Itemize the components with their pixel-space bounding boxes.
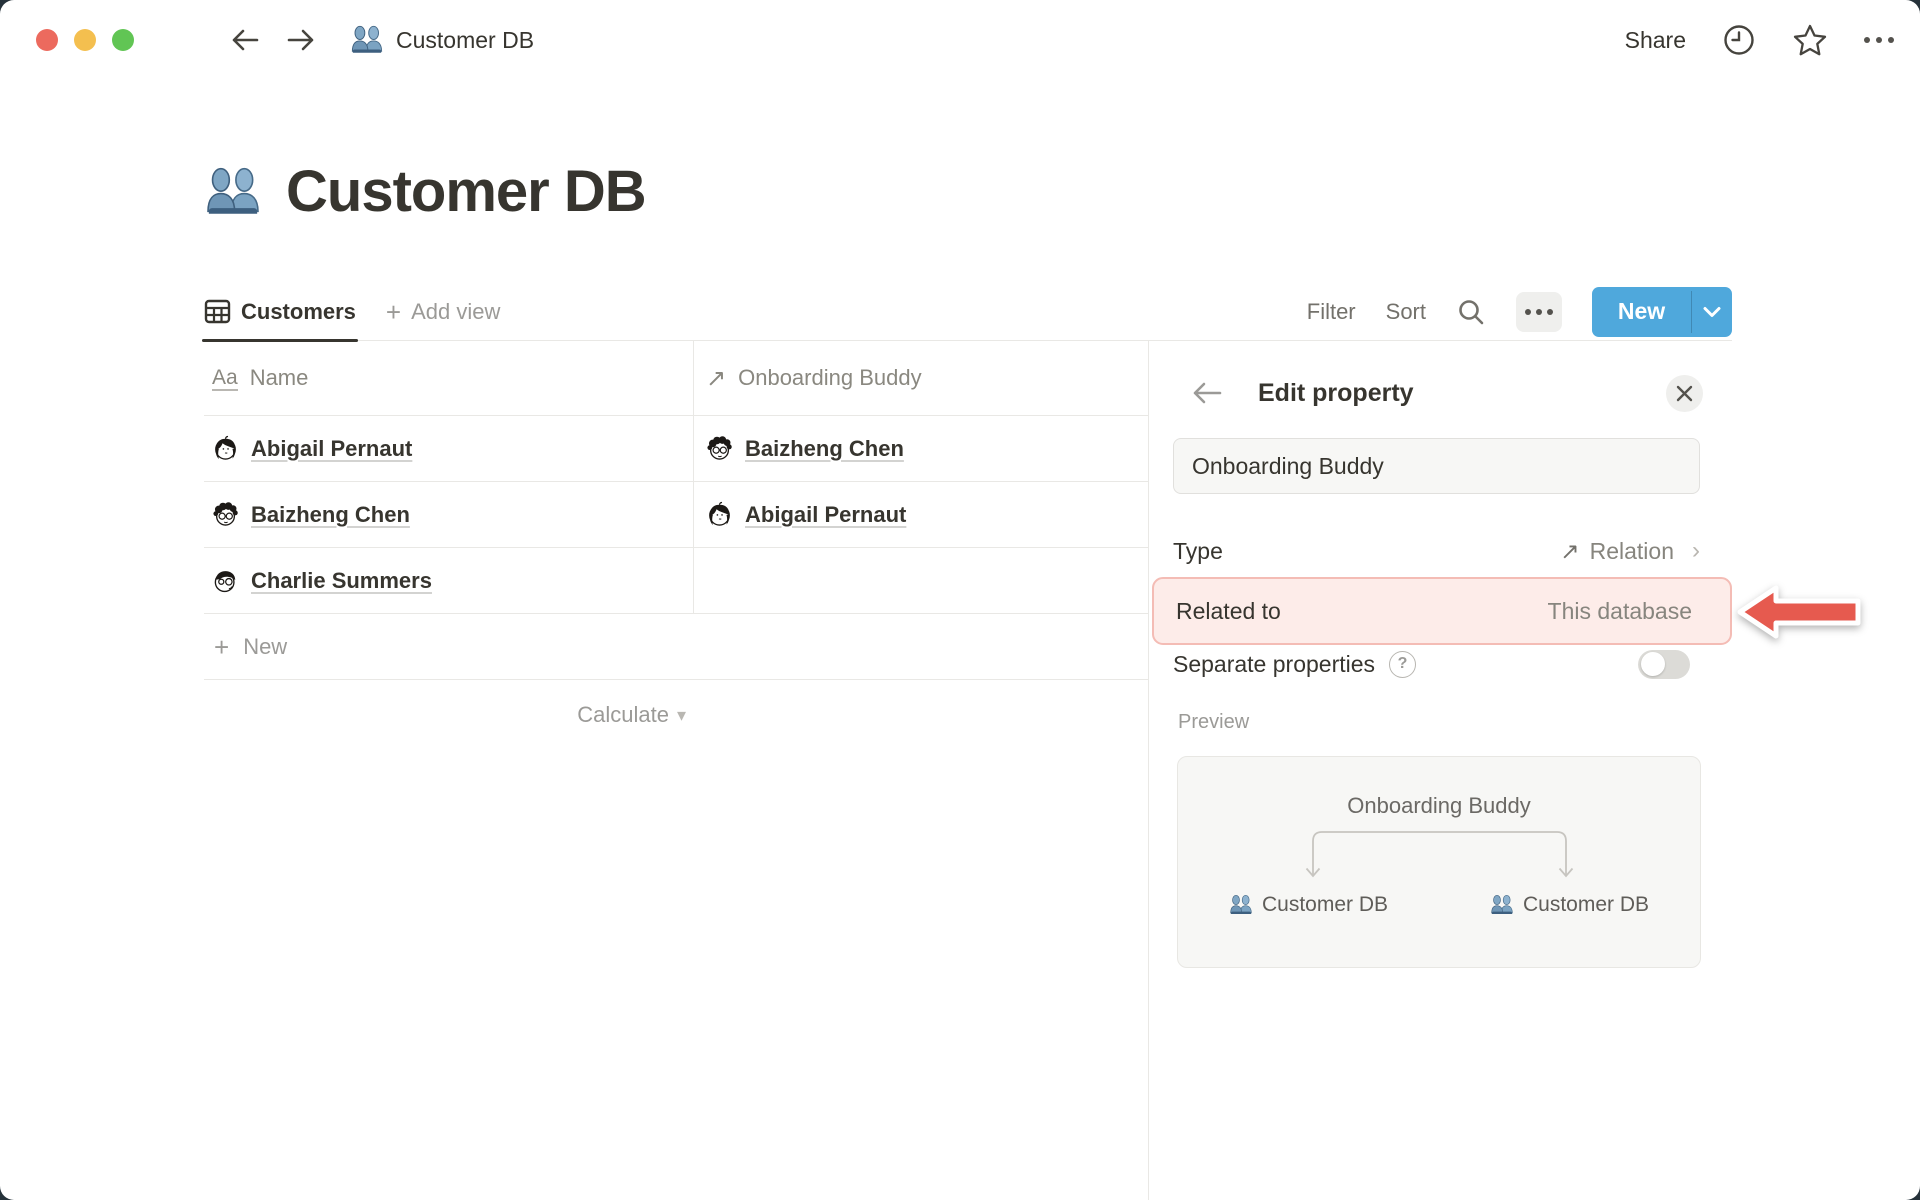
database-table: Aa Name ↗ Onboarding Buddy Abigail Perna… bbox=[204, 341, 1148, 750]
share-button[interactable]: Share bbox=[1625, 27, 1686, 54]
help-icon[interactable]: ? bbox=[1389, 650, 1417, 678]
callout-arrow-icon bbox=[1736, 585, 1862, 639]
new-button-label[interactable]: New bbox=[1592, 287, 1691, 337]
people-db-icon bbox=[204, 163, 262, 221]
avatar-baizheng bbox=[706, 435, 733, 462]
chevron-right-icon: › bbox=[1692, 537, 1700, 564]
table-view-icon bbox=[204, 299, 231, 324]
window-titlebar: Customer DB Share bbox=[0, 0, 1920, 80]
relation-link[interactable]: Baizheng Chen bbox=[745, 436, 904, 462]
people-db-icon bbox=[1229, 893, 1253, 917]
buddy-cell[interactable]: Abigail Pernaut bbox=[694, 482, 1148, 547]
table-row: Baizheng Chen Abigail Pernaut bbox=[204, 482, 1148, 548]
column-header-buddy[interactable]: ↗ Onboarding Buddy bbox=[694, 341, 1148, 415]
tab-customers[interactable]: Customers bbox=[202, 283, 358, 342]
panel-title: Edit property bbox=[1258, 378, 1414, 407]
separate-properties-toggle[interactable] bbox=[1638, 649, 1690, 679]
forward-arrow-icon[interactable] bbox=[286, 26, 316, 54]
calculate-button[interactable]: Calculate ▾ bbox=[204, 702, 686, 728]
preview-label: Preview bbox=[1178, 711, 1250, 733]
sort-button[interactable]: Sort bbox=[1386, 299, 1426, 325]
type-row[interactable]: Type ↗ Relation › bbox=[1173, 527, 1700, 575]
add-view-label: Add view bbox=[411, 298, 501, 324]
new-row-button[interactable]: + New bbox=[204, 614, 1148, 680]
table-header-row: Aa Name ↗ Onboarding Buddy bbox=[204, 341, 1148, 416]
traffic-lights bbox=[36, 29, 134, 51]
table-footer: Calculate ▾ bbox=[204, 680, 1148, 750]
people-db-icon bbox=[350, 23, 384, 57]
people-db-icon bbox=[1490, 893, 1514, 917]
table-row: Abigail Pernaut Baizheng Chen bbox=[204, 416, 1148, 482]
relation-arrows-diagram bbox=[1305, 831, 1574, 878]
preview-right-database: Customer DB bbox=[1439, 893, 1700, 917]
avatar-baizheng bbox=[212, 501, 239, 528]
page-link[interactable]: Abigail Pernaut bbox=[251, 436, 412, 462]
related-to-label: Related to bbox=[1176, 597, 1281, 624]
page-title: Customer DB bbox=[286, 159, 647, 224]
updates-clock-icon[interactable] bbox=[1722, 23, 1756, 57]
property-name-input[interactable] bbox=[1173, 438, 1700, 494]
breadcrumb-title[interactable]: Customer DB bbox=[396, 27, 534, 54]
close-window-button[interactable] bbox=[36, 29, 58, 51]
calculate-label: Calculate bbox=[577, 702, 669, 727]
relation-arrow-icon: ↗ bbox=[1560, 537, 1580, 564]
column-header-label: Onboarding Buddy bbox=[738, 365, 922, 390]
separate-properties-label: Separate properties bbox=[1173, 650, 1376, 677]
chevron-down-icon: ▾ bbox=[676, 704, 686, 725]
sidebar-menu-icon[interactable] bbox=[174, 30, 204, 51]
buddy-cell-empty[interactable] bbox=[694, 548, 1148, 613]
notion-window: Customer DB Share Customer DB Customers … bbox=[0, 0, 1920, 1200]
avatar-abigail bbox=[212, 435, 239, 462]
tab-label: Customers bbox=[241, 298, 356, 324]
filter-button[interactable]: Filter bbox=[1307, 299, 1356, 325]
plus-icon: + bbox=[385, 296, 402, 327]
back-arrow-icon[interactable] bbox=[230, 26, 260, 54]
back-arrow-icon[interactable] bbox=[1192, 381, 1222, 405]
database-name: Customer DB bbox=[1522, 893, 1650, 916]
column-header-label: Name bbox=[249, 365, 309, 390]
zoom-window-button[interactable] bbox=[112, 29, 134, 51]
relation-link[interactable]: Abigail Pernaut bbox=[745, 502, 906, 528]
view-options-icon[interactable] bbox=[1516, 291, 1562, 332]
name-cell[interactable]: Charlie Summers bbox=[204, 548, 694, 613]
more-options-icon[interactable] bbox=[1864, 37, 1894, 43]
database-name: Customer DB bbox=[1261, 893, 1389, 916]
relation-preview-card: Onboarding Buddy Customer DB Customer DB bbox=[1177, 756, 1701, 968]
add-view-button[interactable]: + Add view bbox=[386, 299, 500, 325]
preview-left-database: Customer DB bbox=[1178, 893, 1439, 917]
related-to-row-highlighted[interactable]: Related to This database bbox=[1152, 577, 1732, 645]
minimize-window-button[interactable] bbox=[74, 29, 96, 51]
preview-relation-title: Onboarding Buddy bbox=[1347, 793, 1531, 818]
related-to-value: This database bbox=[1547, 597, 1692, 624]
page-header: Customer DB bbox=[204, 158, 647, 225]
toggle-knob bbox=[1640, 652, 1665, 676]
name-cell[interactable]: Abigail Pernaut bbox=[204, 416, 694, 481]
buddy-cell[interactable]: Baizheng Chen bbox=[694, 416, 1148, 481]
page-link[interactable]: Baizheng Chen bbox=[251, 502, 410, 528]
separate-properties-row[interactable]: Separate properties ? bbox=[1173, 641, 1700, 687]
panel-header: Edit property bbox=[1192, 371, 1700, 415]
avatar-abigail bbox=[706, 501, 733, 528]
new-row-label: New bbox=[243, 633, 288, 659]
plus-icon: + bbox=[214, 631, 230, 662]
favorite-star-icon[interactable] bbox=[1792, 23, 1828, 57]
new-record-button[interactable]: New bbox=[1592, 286, 1732, 337]
type-label: Type bbox=[1173, 537, 1223, 564]
new-dropdown-chevron-icon[interactable] bbox=[1692, 287, 1732, 337]
column-header-name[interactable]: Aa Name bbox=[204, 341, 694, 415]
table-row: Charlie Summers bbox=[204, 548, 1148, 614]
name-cell[interactable]: Baizheng Chen bbox=[204, 482, 694, 547]
close-icon[interactable] bbox=[1666, 375, 1703, 412]
avatar-charlie bbox=[212, 567, 239, 594]
search-icon[interactable] bbox=[1456, 297, 1486, 327]
type-value: Relation bbox=[1589, 537, 1674, 564]
text-property-icon: Aa bbox=[212, 365, 238, 391]
database-view-bar: Customers + Add view Filter Sort New bbox=[202, 283, 1732, 342]
edit-property-panel: Edit property Type ↗ Relation › Related … bbox=[1148, 341, 1920, 1200]
relation-property-icon: ↗ bbox=[706, 364, 727, 392]
page-link[interactable]: Charlie Summers bbox=[251, 568, 432, 594]
